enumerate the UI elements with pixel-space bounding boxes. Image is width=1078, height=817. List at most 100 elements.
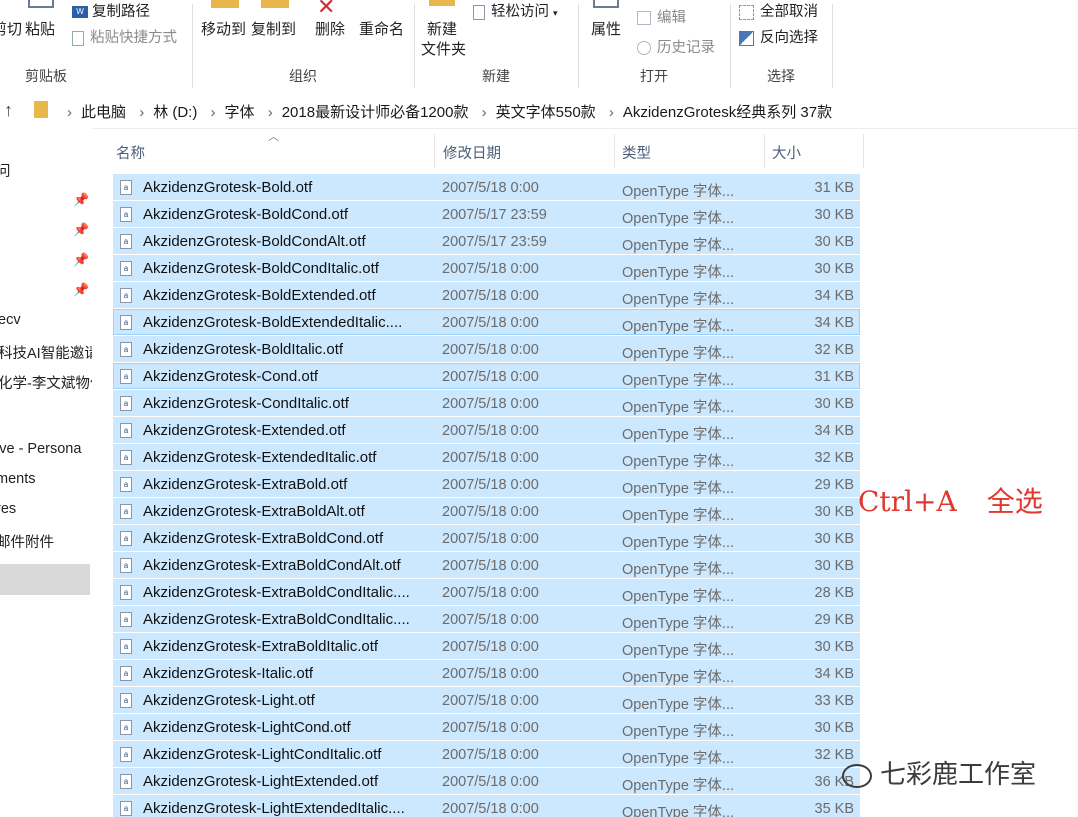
new-folder-icon [429,0,455,6]
nav-item[interactable]: 科技AI智能邀请 [0,342,92,363]
file-type: OpenType 字体... [622,265,735,281]
column-divider[interactable] [863,134,864,168]
nav-item[interactable]: res [0,501,16,517]
copy-to-button[interactable]: 复制到 [251,18,296,39]
address-bar: ↑ › 此电脑 › 林 (D:) › 字体 › 2018最新设计师必备1200款 › 英文… [0,92,1078,129]
file-row[interactable]: a AkzidenzGrotesk-ExtraBoldCondItalic....… [113,606,860,632]
cut-button[interactable]: 剪切 [0,18,22,39]
file-size: 30 KB [814,558,855,574]
nav-item[interactable]: ments [0,471,36,487]
column-size[interactable]: 大小 [772,142,801,163]
file-name: AkzidenzGrotesk-ExtraBoldItalic.otf [143,638,379,655]
file-size: 34 KB [814,423,855,439]
file-row[interactable]: a AkzidenzGrotesk-Cond.otf 2007/5/18 0:00 O… [113,363,860,389]
edit-button[interactable]: 编辑 [637,6,686,27]
properties-button[interactable]: 属性 [591,18,621,39]
file-row[interactable]: a AkzidenzGrotesk-LightCondItalic.otf 2007… [113,741,860,767]
file-type: OpenType 字体... [622,751,735,767]
file-size: 30 KB [814,207,855,223]
nav-item[interactable]: 问 [0,160,11,181]
up-arrow-icon[interactable]: ↑ [4,100,13,121]
file-name: AkzidenzGrotesk-Extended.otf [143,422,346,439]
file-row[interactable]: a AkzidenzGrotesk-CondItalic.otf 2007/5/18… [113,390,860,416]
file-name: AkzidenzGrotesk-BoldCondItalic.otf [143,260,379,277]
file-date: 2007/5/18 0:00 [442,396,539,412]
new-folder-button-line1[interactable]: 新建 [427,18,457,39]
font-file-icon: a [120,423,132,438]
file-row[interactable]: a AkzidenzGrotesk-BoldCond.otf 2007/5/17 2… [113,201,860,227]
column-divider[interactable] [434,134,435,168]
file-name: AkzidenzGrotesk-Cond.otf [143,368,319,385]
new-folder-button-line2[interactable]: 文件夹 [421,38,466,59]
organize-group-label: 组织 [289,68,317,84]
rename-button[interactable]: 重命名 [359,18,404,39]
file-row[interactable]: a AkzidenzGrotesk-ExtraBoldCond.otf 2007/5… [113,525,860,551]
column-date[interactable]: 修改日期 [443,142,501,163]
file-date: 2007/5/18 0:00 [442,504,539,520]
file-row[interactable]: a AkzidenzGrotesk-Extended.otf 2007/5/18 0… [113,417,860,443]
column-divider[interactable] [764,134,765,168]
file-row[interactable]: a AkzidenzGrotesk-ExtraBold.otf 2007/5/18 … [113,471,860,497]
nav-item[interactable]: ecv [0,312,21,328]
file-row[interactable]: a AkzidenzGrotesk-BoldCondAlt.otf 2007/5/1… [113,228,860,254]
file-row[interactable]: a AkzidenzGrotesk-ExtendedItalic.otf 2007/… [113,444,860,470]
wechat-icon [842,763,872,788]
file-size: 30 KB [814,396,855,412]
file-row[interactable]: a AkzidenzGrotesk-LightExtended.otf 2007/5… [113,768,860,794]
file-date: 2007/5/17 23:59 [442,234,547,250]
move-to-button[interactable]: 移动到 [201,18,246,39]
select-none-button[interactable]: 全部取消 [739,0,818,21]
file-type: OpenType 字体... [622,319,735,335]
file-row[interactable]: a AkzidenzGrotesk-LightExtendedItalic....… [113,795,860,817]
paste-shortcut-button[interactable]: 粘贴快捷方式 [72,26,177,47]
file-date: 2007/5/18 0:00 [442,612,539,628]
file-size: 33 KB [814,693,855,709]
font-file-icon: a [120,342,132,357]
file-date: 2007/5/17 23:59 [442,207,547,223]
breadcrumb-item[interactable]: 此电脑 [81,104,126,121]
file-row[interactable]: a AkzidenzGrotesk-BoldCondItalic.otf 2007/… [113,255,860,281]
invert-selection-icon [739,30,754,46]
paste-shortcut-label: 粘贴快捷方式 [90,30,177,46]
easy-access-button[interactable]: 轻松访问 ▾ [473,0,558,21]
file-name: AkzidenzGrotesk-ExtraBoldAlt.otf [143,503,365,520]
column-name[interactable]: 名称 [116,142,145,163]
file-name: AkzidenzGrotesk-LightCondItalic.otf [143,746,382,763]
file-row[interactable]: a AkzidenzGrotesk-BoldExtended.otf 2007/5/… [113,282,860,308]
file-row[interactable]: a AkzidenzGrotesk-Light.otf 2007/5/18 0:00… [113,687,860,713]
font-file-icon: a [120,450,132,465]
file-size: 35 KB [814,801,855,817]
nav-item[interactable]: 化学-李文斌物化 [0,372,92,393]
paste-button[interactable]: 粘贴 [25,18,55,39]
invert-selection-button[interactable]: 反向选择 [739,26,818,47]
copy-path-button[interactable]: W 复制路径 [72,0,150,21]
file-row[interactable]: a AkzidenzGrotesk-ExtraBoldItalic.otf 2007… [113,633,860,659]
breadcrumb-item[interactable]: 2018最新设计师必备1200款 [282,104,469,121]
nav-item[interactable]: 邮件附件 [0,531,54,552]
nav-item[interactable]: ive - Persona [0,441,81,457]
font-file-icon: a [120,207,132,222]
history-button[interactable]: 历史记录 [637,36,715,57]
file-size: 32 KB [814,450,855,466]
file-row[interactable]: a AkzidenzGrotesk-ExtraBoldAlt.otf 2007/5/… [113,498,860,524]
breadcrumb-item[interactable]: 林 (D:) [153,104,197,121]
file-date: 2007/5/18 0:00 [442,666,539,682]
breadcrumb-item[interactable]: 英文字体550款 [496,104,596,121]
breadcrumb-item[interactable]: 字体 [225,104,255,121]
file-row[interactable]: a AkzidenzGrotesk-Italic.otf 2007/5/18 0:0… [113,660,860,686]
open-group-label: 打开 [640,68,668,84]
file-row[interactable]: a AkzidenzGrotesk-BoldItalic.otf 2007/5/18… [113,336,860,362]
file-row[interactable]: a AkzidenzGrotesk-ExtraBoldCondItalic....… [113,579,860,605]
file-name: AkzidenzGrotesk-ExtraBoldCondAlt.otf [143,557,401,574]
nav-item-selected[interactable] [0,564,90,595]
delete-button[interactable]: 删除 [315,18,345,39]
column-type[interactable]: 类型 [622,142,651,163]
column-divider[interactable] [614,134,615,168]
clipboard-small-buttons: W 复制路径 粘贴快捷方式 [70,0,192,60]
file-row[interactable]: a AkzidenzGrotesk-BoldExtendedItalic.... 2… [113,309,860,335]
select-group: 全部取消 反向选择 选择 [731,0,831,92]
file-row[interactable]: a AkzidenzGrotesk-ExtraBoldCondAlt.otf 200… [113,552,860,578]
file-row[interactable]: a AkzidenzGrotesk-Bold.otf 2007/5/18 0:00 O… [113,174,860,200]
breadcrumb-item[interactable]: AkzidenzGrotesk经典系列 37款 [623,104,832,121]
file-row[interactable]: a AkzidenzGrotesk-LightCond.otf 2007/5/18 … [113,714,860,740]
